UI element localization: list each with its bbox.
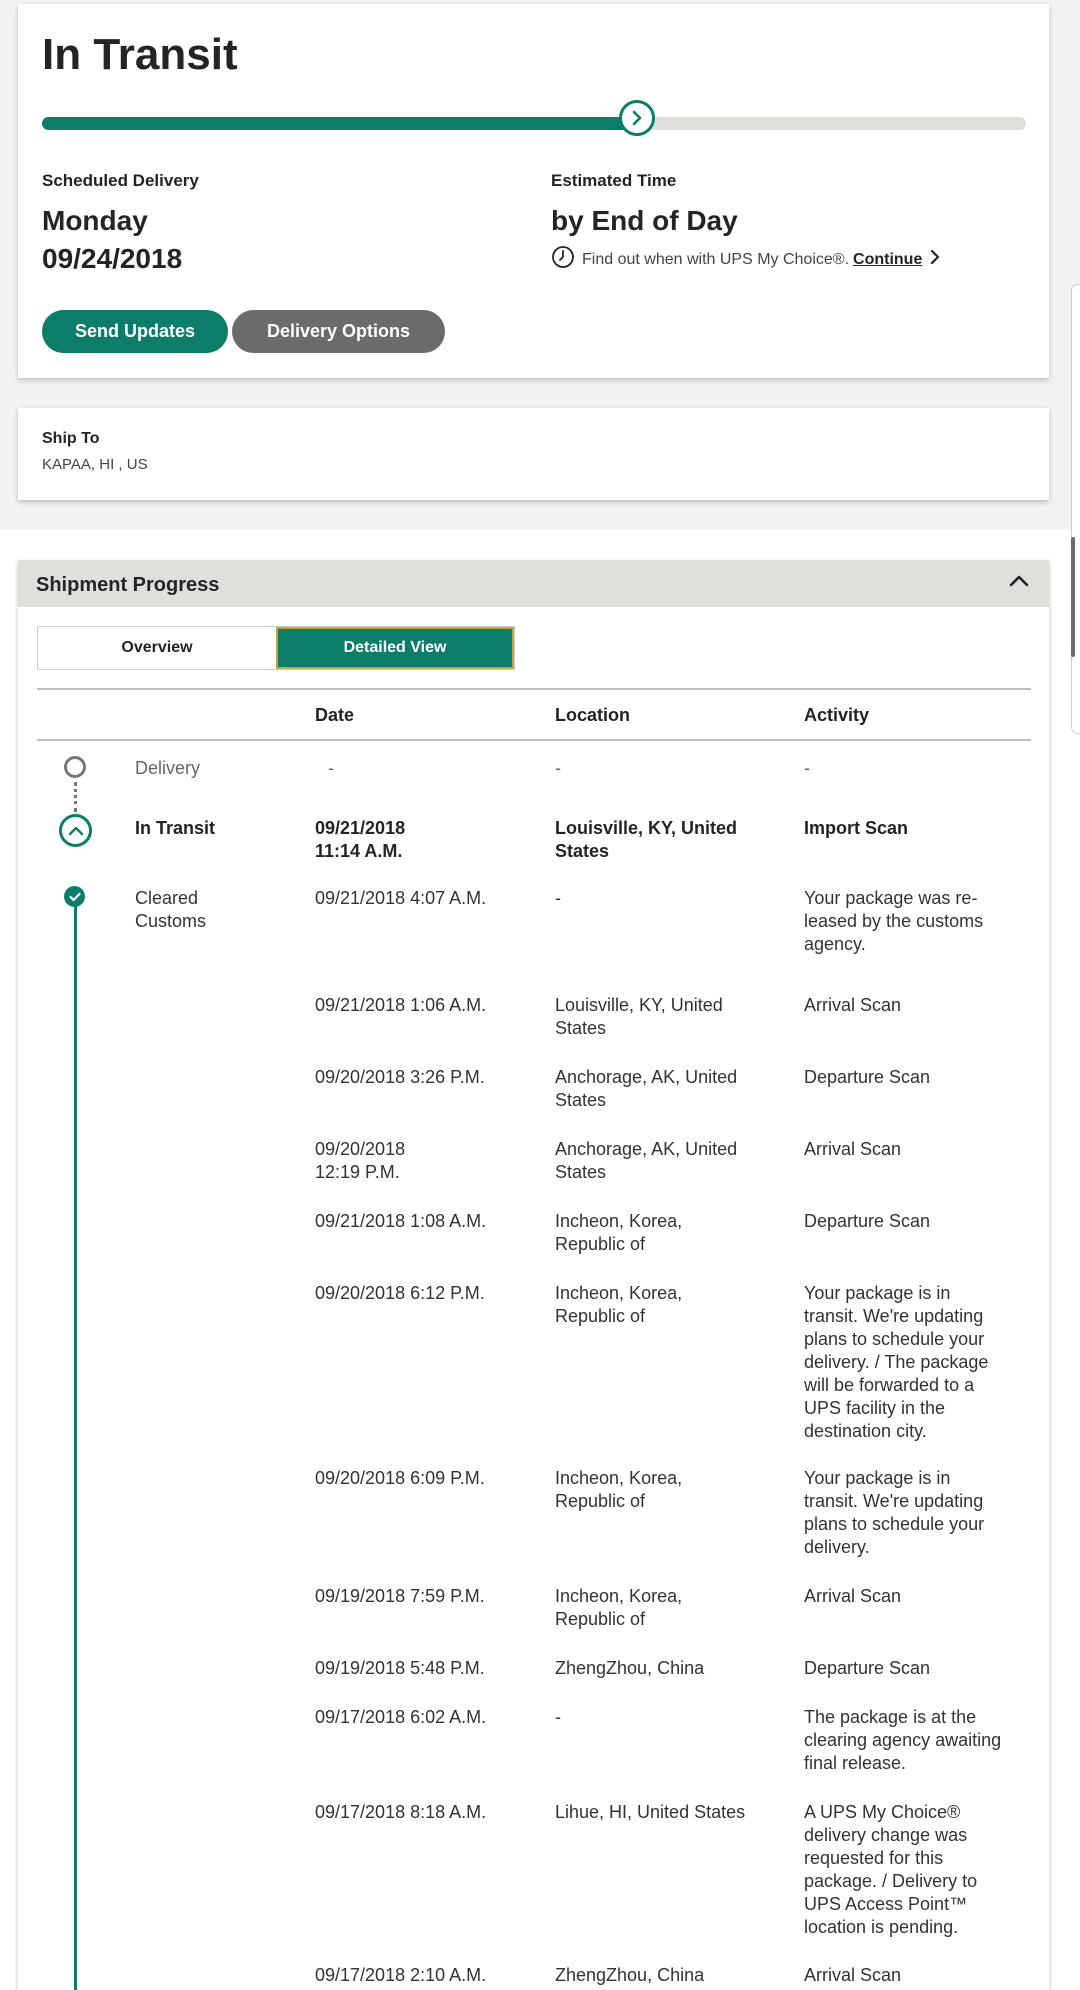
shipment-progress-title: Shipment Progress bbox=[36, 574, 220, 596]
event-date: 09/19/2018 7:59 P.M. bbox=[315, 1586, 485, 1606]
delivery-pending-icon bbox=[64, 756, 86, 778]
progress-bar bbox=[42, 100, 1026, 136]
scheduled-day: Monday bbox=[42, 205, 148, 236]
delivery-options-button[interactable]: Delivery Options bbox=[232, 310, 445, 353]
event-date: 09/20/2018 6:09 P.M. bbox=[315, 1468, 485, 1488]
in-transit-chevron-up-icon bbox=[59, 814, 92, 847]
progress-chevron-right-icon bbox=[619, 100, 656, 136]
view-toggle: Overview Detailed View bbox=[37, 626, 515, 670]
estimated-time-value: by End of Day bbox=[551, 205, 738, 236]
event-date: 09/21/2018 1:06 A.M. bbox=[315, 995, 487, 1015]
scheduled-delivery-label: Scheduled Delivery bbox=[42, 171, 199, 190]
ship-to-address: KAPAA, HI , US bbox=[42, 456, 148, 473]
tab-detailed-view[interactable]: Detailed View bbox=[276, 627, 514, 669]
event-date: - bbox=[328, 758, 334, 778]
event-location: Incheon, Korea, Republic of bbox=[555, 1468, 683, 1511]
shipment-progress-header[interactable]: Shipment Progress bbox=[18, 560, 1049, 607]
shipment-progress-section: Shipment Progress Overview Detailed View… bbox=[18, 560, 1049, 1990]
event-activity: Departure Scan bbox=[804, 1211, 931, 1231]
event-location: ZhengZhou, China bbox=[555, 1965, 705, 1985]
event-location: Incheon, Korea, Republic of bbox=[555, 1211, 683, 1254]
event-location: Incheon, Korea, Republic of bbox=[555, 1283, 683, 1326]
progress-fill bbox=[42, 117, 638, 130]
milestone-status: Cleared Customs bbox=[135, 888, 207, 931]
table-header-border-bottom bbox=[37, 739, 1031, 741]
event-activity: - bbox=[804, 758, 810, 778]
event-location: - bbox=[555, 888, 561, 908]
event-location: Incheon, Korea, Republic of bbox=[555, 1586, 683, 1629]
my-choice-promo: Find out when with UPS My Choice®. Conti… bbox=[551, 245, 940, 274]
milestone-status: In Transit bbox=[135, 818, 216, 838]
event-activity: A UPS My Choice® delivery change was req… bbox=[804, 1802, 978, 1937]
event-date: 09/17/2018 6:02 A.M. bbox=[315, 1707, 487, 1727]
event-activity: Arrival Scan bbox=[804, 1586, 902, 1606]
event-activity: Your package is in transit. We're updati… bbox=[804, 1468, 985, 1557]
event-location: Lihue, HI, United States bbox=[555, 1802, 746, 1822]
column-header-activity: Activity bbox=[804, 705, 870, 725]
event-date: 09/19/2018 5:48 P.M. bbox=[315, 1658, 485, 1678]
event-activity: Import Scan bbox=[804, 818, 909, 838]
event-date: 09/20/2018 6:12 P.M. bbox=[315, 1283, 485, 1303]
event-location: Louisville, KY, United States bbox=[555, 818, 738, 861]
status-card: In Transit Scheduled Delivery Monday 09/… bbox=[18, 4, 1049, 378]
chevron-right-icon[interactable] bbox=[930, 249, 940, 269]
event-location: Anchorage, AK, United States bbox=[555, 1139, 738, 1182]
continue-link[interactable]: Continue bbox=[853, 251, 922, 269]
timeline-line bbox=[74, 900, 77, 1990]
page-title: In Transit bbox=[42, 30, 238, 79]
event-activity: Arrival Scan bbox=[804, 995, 902, 1015]
event-date: 09/21/2018 11:14 A.M. bbox=[315, 818, 406, 861]
event-date: 09/20/2018 3:26 P.M. bbox=[315, 1067, 485, 1087]
milestone-status: Delivery bbox=[135, 758, 201, 778]
side-panel-edge[interactable] bbox=[1071, 284, 1080, 734]
event-date: 09/21/2018 1:08 A.M. bbox=[315, 1211, 487, 1231]
column-header-date: Date bbox=[315, 705, 355, 725]
chevron-up-icon[interactable] bbox=[1008, 572, 1030, 595]
checkmark-icon bbox=[64, 886, 85, 907]
event-date: 09/17/2018 8:18 A.M. bbox=[315, 1802, 487, 1822]
event-activity: Arrival Scan bbox=[804, 1965, 902, 1985]
my-choice-text: Find out when with UPS My Choice®. bbox=[582, 250, 850, 268]
event-location: Louisville, KY, United States bbox=[555, 995, 723, 1038]
tab-overview[interactable]: Overview bbox=[38, 627, 276, 669]
column-header-location: Location bbox=[555, 705, 630, 725]
event-date: 09/20/2018 12:19 P.M. bbox=[315, 1139, 406, 1182]
timeline-dotted-connector bbox=[74, 782, 77, 812]
table-header-border-top bbox=[37, 688, 1031, 690]
event-location: - bbox=[555, 758, 561, 778]
send-updates-button[interactable]: Send Updates bbox=[42, 310, 228, 353]
event-location: Anchorage, AK, United States bbox=[555, 1067, 738, 1110]
event-date: 09/21/2018 4:07 A.M. bbox=[315, 888, 487, 908]
scheduled-date: 09/24/2018 bbox=[42, 243, 183, 274]
clock-icon bbox=[551, 245, 575, 274]
event-activity: Arrival Scan bbox=[804, 1139, 902, 1159]
ship-to-label: Ship To bbox=[42, 430, 100, 447]
event-activity: Departure Scan bbox=[804, 1067, 931, 1087]
ship-to-card: Ship To KAPAA, HI , US bbox=[18, 408, 1049, 500]
event-activity: Your package was re-leased by the custom… bbox=[804, 888, 984, 954]
event-location: ZhengZhou, China bbox=[555, 1658, 705, 1678]
side-panel-handle[interactable] bbox=[1071, 537, 1075, 657]
event-date: 09/17/2018 2:10 A.M. bbox=[315, 1965, 487, 1985]
event-location: - bbox=[555, 1707, 561, 1727]
event-activity: The package is at the clearing agency aw… bbox=[804, 1707, 1002, 1773]
event-activity: Your package is in transit. We're updati… bbox=[804, 1283, 989, 1441]
event-activity: Departure Scan bbox=[804, 1658, 931, 1678]
estimated-time-label: Estimated Time bbox=[551, 171, 677, 190]
